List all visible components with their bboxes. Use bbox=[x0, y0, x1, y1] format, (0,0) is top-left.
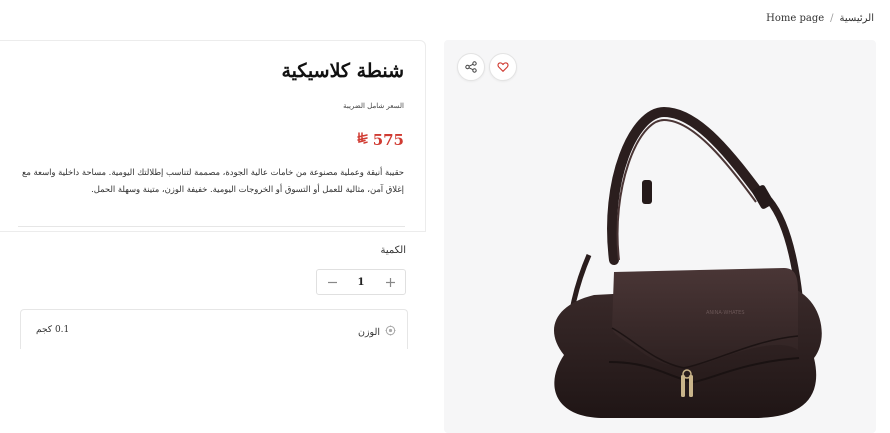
plus-icon[interactable] bbox=[383, 275, 397, 289]
page-fade bbox=[0, 349, 440, 433]
product-price: 575 bbox=[356, 131, 404, 149]
breadcrumb: الرئيسية / Home page bbox=[766, 13, 874, 24]
quantity-stepper: 1 bbox=[316, 269, 406, 295]
svg-text:ANINA·WHATES: ANINA·WHATES bbox=[706, 310, 745, 316]
weight-label-group: الوزن bbox=[358, 325, 396, 339]
breadcrumb-separator: / bbox=[830, 13, 834, 24]
tax-note: السعر شامل الضريبة bbox=[343, 102, 404, 110]
weight-label: الوزن bbox=[357, 326, 380, 338]
divider bbox=[18, 226, 405, 227]
weight-icon bbox=[385, 325, 396, 339]
share-button[interactable] bbox=[457, 53, 485, 81]
product-image: ANINA·WHATES bbox=[554, 106, 822, 418]
favorite-button[interactable] bbox=[489, 53, 517, 81]
currency-icon bbox=[356, 131, 369, 149]
quantity-value[interactable]: 1 bbox=[358, 277, 365, 288]
minus-icon[interactable] bbox=[325, 275, 339, 289]
weight-row: الوزن 0.1 كجم bbox=[20, 309, 408, 350]
breadcrumb-current[interactable]: Home page bbox=[766, 13, 824, 24]
quantity-label: الكمية bbox=[380, 245, 406, 256]
share-icon bbox=[465, 58, 477, 77]
weight-value: 0.1 كجم bbox=[36, 325, 70, 335]
heart-icon bbox=[497, 58, 509, 77]
product-gallery: ANINA·WHATES bbox=[444, 40, 876, 433]
product-title: شنطة كلاسيكية bbox=[281, 60, 405, 82]
product-description: حقيبة أنيقة وعملية مصنوعة من خامات عالية… bbox=[21, 167, 404, 194]
breadcrumb-home[interactable]: الرئيسية bbox=[840, 13, 874, 24]
price-value: 575 bbox=[372, 131, 404, 149]
